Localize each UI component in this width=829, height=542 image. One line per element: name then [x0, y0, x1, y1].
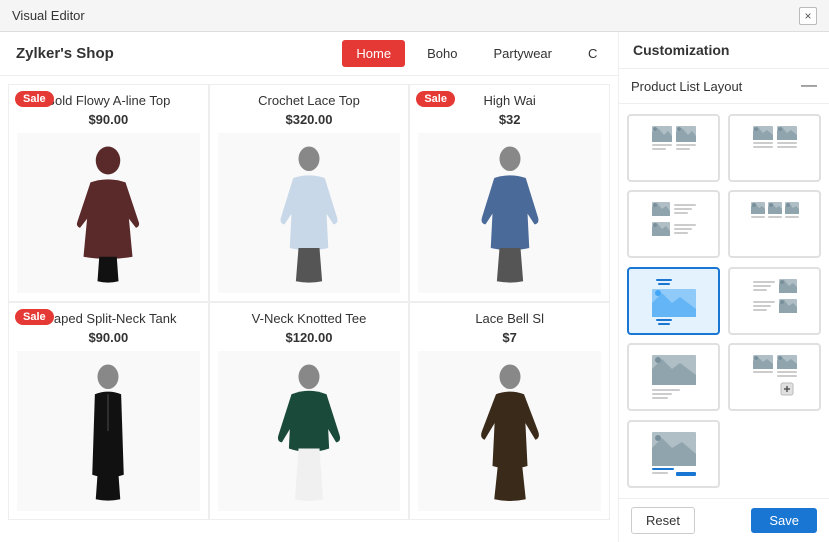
product-card: High Wai $32 Sale: [409, 84, 610, 302]
product-name: V-Neck Knotted Tee: [252, 311, 367, 326]
main-layout: Zylker's Shop Home Boho Partywear C Bold…: [0, 32, 829, 542]
nav-home-button[interactable]: Home: [342, 40, 405, 67]
layout-option-7[interactable]: [627, 343, 720, 411]
product-image: [17, 133, 200, 293]
shop-area: Zylker's Shop Home Boho Partywear C Bold…: [0, 32, 619, 542]
nav-more-button[interactable]: C: [574, 40, 602, 67]
title-bar: Visual Editor ×: [0, 0, 829, 32]
layout-option-1[interactable]: [627, 114, 720, 182]
product-card: Lace Bell Sl $7: [409, 302, 610, 520]
product-image: [418, 133, 601, 293]
save-button[interactable]: Save: [751, 508, 817, 533]
product-card: V-Neck Knotted Tee $120.00: [209, 302, 410, 520]
product-name: Crochet Lace Top: [258, 93, 360, 108]
sale-badge: Sale: [15, 91, 54, 107]
product-name: High Wai: [484, 93, 536, 108]
layout-option-9[interactable]: [627, 420, 720, 488]
shop-name: Zylker's Shop: [16, 45, 114, 62]
nav-boho-button[interactable]: Boho: [413, 40, 471, 67]
layout-option-8[interactable]: [728, 343, 821, 411]
close-button[interactable]: ×: [799, 7, 817, 25]
panel-header: Customization: [619, 32, 829, 69]
panel-section-title: Product List Layout —: [619, 69, 829, 104]
panel-footer: Reset Save: [619, 498, 829, 542]
product-price: $120.00: [285, 330, 332, 345]
product-card: Bold Flowy A-line Top $90.00 Sale: [8, 84, 209, 302]
layout-option-5[interactable]: [627, 267, 720, 335]
product-image: [218, 351, 401, 511]
product-name: Lace Bell Sl: [475, 311, 544, 326]
product-card: Crochet Lace Top $320.00: [209, 84, 410, 302]
reset-button[interactable]: Reset: [631, 507, 695, 534]
layout-option-3[interactable]: [627, 190, 720, 258]
product-image: [218, 133, 401, 293]
collapse-button[interactable]: —: [801, 77, 817, 95]
product-price: $90.00: [88, 330, 128, 345]
product-name: Bold Flowy A-line Top: [46, 93, 170, 108]
customization-panel: Customization Product List Layout —: [619, 32, 829, 542]
nav-bar: Zylker's Shop Home Boho Partywear C: [0, 32, 618, 76]
sale-badge: Sale: [416, 91, 455, 107]
nav-partywear-button[interactable]: Partywear: [479, 40, 566, 67]
layout-option-4[interactable]: [728, 190, 821, 258]
sale-badge: Sale: [15, 309, 54, 325]
product-price: $320.00: [285, 112, 332, 127]
layout-option-2[interactable]: [728, 114, 821, 182]
layout-option-6[interactable]: [728, 267, 821, 335]
product-price: $7: [502, 330, 516, 345]
product-image: [17, 351, 200, 511]
layout-options: [619, 104, 829, 498]
title-bar-title: Visual Editor: [12, 8, 85, 23]
product-price: $32: [499, 112, 521, 127]
product-card: Draped Split-Neck Tank $90.00 Sale: [8, 302, 209, 520]
product-name: Draped Split-Neck Tank: [40, 311, 176, 326]
product-price: $90.00: [88, 112, 128, 127]
section-title-label: Product List Layout: [631, 79, 742, 94]
product-image: [418, 351, 601, 511]
product-grid: Bold Flowy A-line Top $90.00 Sale Croche…: [0, 76, 618, 528]
